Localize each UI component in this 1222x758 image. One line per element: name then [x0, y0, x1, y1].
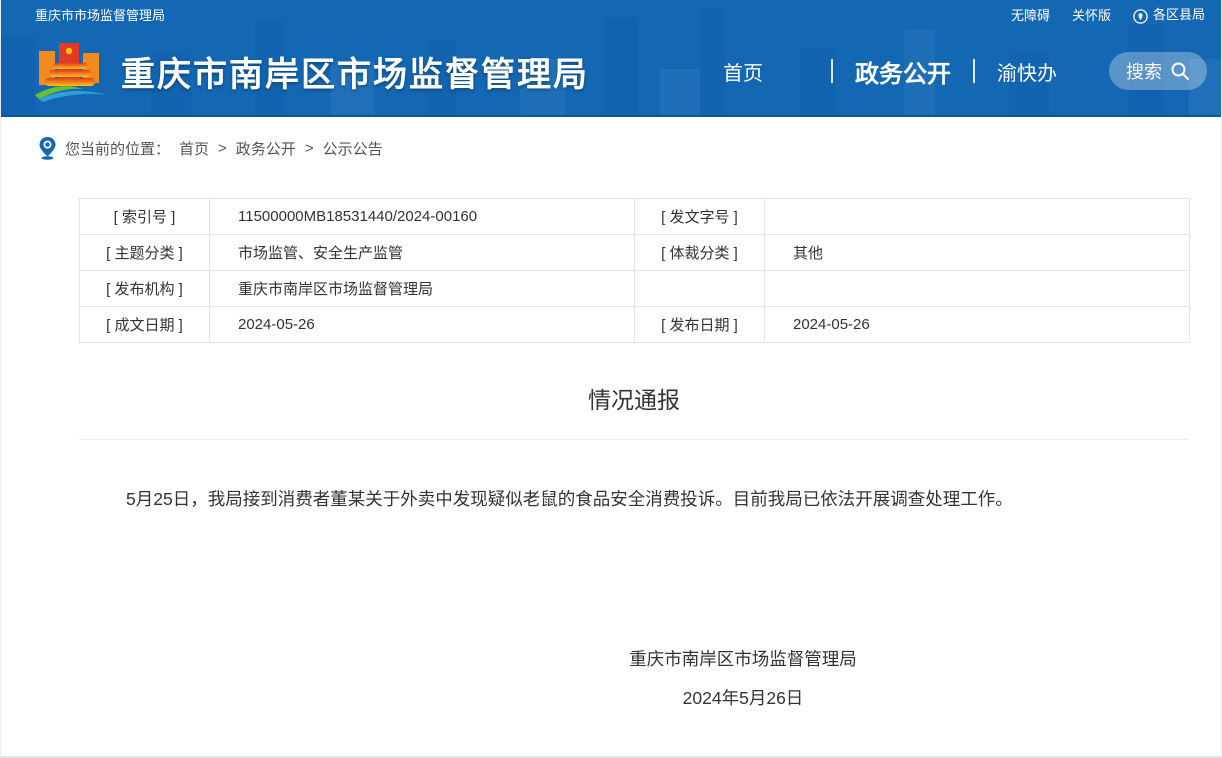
doc-number-label: [ 发文字号 ]	[635, 199, 765, 235]
empty-value-cell	[765, 271, 1190, 307]
publisher-label: [ 发布机构 ]	[80, 271, 210, 307]
table-row: [ 主题分类 ] 市场监管、安全生产监管 [ 体裁分类 ] 其他	[80, 235, 1190, 271]
breadcrumb: 您当前的位置： 首页 > 政务公开 > 公示公告	[1, 117, 1221, 160]
table-row: [ 索引号 ] 11500000MB18531440/2024-00160 [ …	[80, 199, 1190, 235]
breadcrumb-prefix: 您当前的位置：	[65, 138, 170, 159]
signature-date: 2024年5月26日	[523, 685, 963, 710]
district-bureaus-link[interactable]: 各区县局	[1133, 4, 1205, 23]
publish-date-label: [ 发布日期 ]	[635, 307, 765, 343]
table-row: [ 发布机构 ] 重庆市南岸区市场监督管理局	[80, 271, 1190, 307]
breadcrumb-separator: >	[305, 140, 314, 157]
genre-category-value: 其他	[765, 235, 1190, 271]
district-bureaus-label: 各区县局	[1153, 7, 1205, 22]
document-meta-table: [ 索引号 ] 11500000MB18531440/2024-00160 [ …	[79, 198, 1190, 343]
care-version-link[interactable]: 关怀版	[1072, 5, 1111, 24]
topbar: 重庆市市场监督管理局 无障碍 关怀版 各区县局	[1, 0, 1221, 28]
title-divider	[79, 439, 1189, 440]
publisher-value: 重庆市南岸区市场监督管理局	[210, 271, 635, 307]
table-row: [ 成文日期 ] 2024-05-26 [ 发布日期 ] 2024-05-26	[80, 307, 1190, 343]
site-logo	[33, 39, 111, 103]
location-pin-circle-icon	[1133, 9, 1148, 24]
topic-category-value: 市场监管、安全生产监管	[210, 235, 635, 271]
article-content: [ 索引号 ] 11500000MB18531440/2024-00160 [ …	[79, 198, 1189, 710]
breadcrumb-separator: >	[218, 140, 227, 157]
search-button-label: 搜索	[1126, 58, 1162, 84]
breadcrumb-home[interactable]: 首页	[179, 138, 209, 159]
written-date-value: 2024-05-26	[210, 307, 635, 343]
index-code-label: [ 索引号 ]	[80, 199, 210, 235]
nav-gov-disclosure[interactable]: 政务公开	[855, 54, 951, 89]
article-title: 情况通报	[79, 381, 1189, 415]
doc-number-value	[765, 199, 1190, 235]
breadcrumb-gov-disclosure[interactable]: 政务公开	[236, 138, 296, 159]
search-button[interactable]: 搜索	[1109, 52, 1207, 90]
signature-org: 重庆市南岸区市场监督管理局	[523, 646, 963, 671]
written-date-label: [ 成文日期 ]	[80, 307, 210, 343]
index-code-value: 11500000MB18531440/2024-00160	[210, 199, 635, 235]
main-nav: 首页 政务公开 渝快办 搜索	[723, 52, 1207, 90]
topic-category-label: [ 主题分类 ]	[80, 235, 210, 271]
nav-divider	[831, 59, 833, 83]
site-header: 重庆市市场监督管理局 无障碍 关怀版 各区县局	[1, 0, 1221, 117]
empty-label-cell	[635, 271, 765, 307]
nav-yukuaiban[interactable]: 渝快办	[997, 57, 1057, 86]
search-icon	[1170, 61, 1190, 81]
signature-block: 重庆市南岸区市场监督管理局 2024年5月26日	[523, 646, 963, 710]
article-body: 5月25日，我局接到消费者董某关于外卖中发现疑似老鼠的食品安全消费投诉。目前我局…	[91, 482, 1177, 516]
breadcrumb-announcements[interactable]: 公示公告	[323, 138, 383, 159]
header-main: 重庆市南岸区市场监督管理局 首页 政务公开 渝快办 搜索	[1, 28, 1221, 114]
site-title: 重庆市南岸区市场监督管理局	[121, 47, 589, 96]
nav-home[interactable]: 首页	[723, 57, 763, 86]
accessibility-link[interactable]: 无障碍	[1011, 5, 1050, 24]
publish-date-value: 2024-05-26	[765, 307, 1190, 343]
location-pin-icon	[39, 137, 56, 160]
genre-category-label: [ 体裁分类 ]	[635, 235, 765, 271]
topbar-site-link[interactable]: 重庆市市场监督管理局	[35, 5, 165, 24]
nav-divider	[973, 59, 975, 83]
